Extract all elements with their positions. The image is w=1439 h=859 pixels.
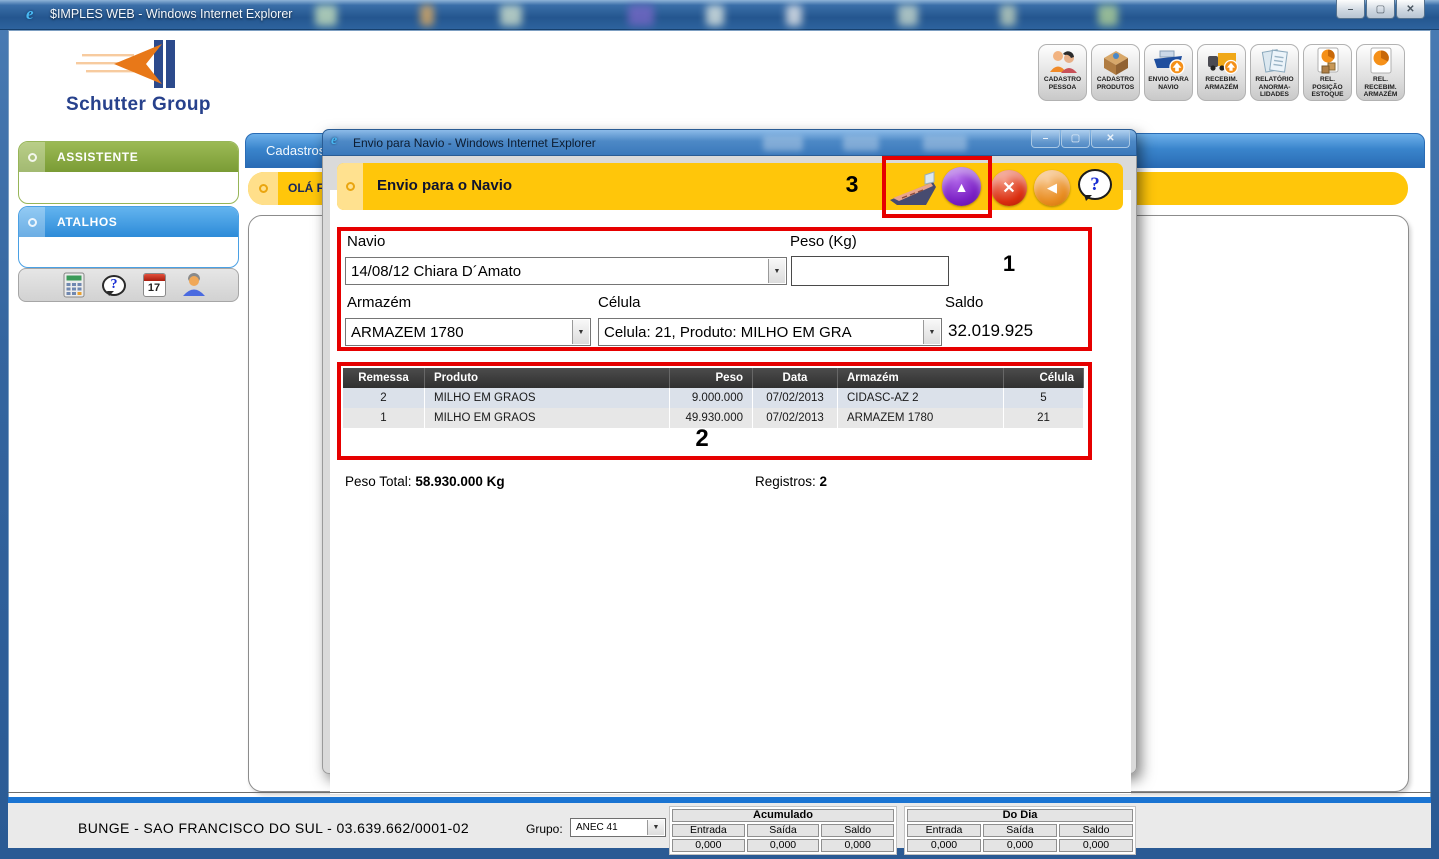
report-notes-icon	[1259, 47, 1291, 75]
blurred-item	[923, 136, 967, 151]
annotation-3: 3	[837, 171, 867, 198]
annotation-box-3	[882, 156, 992, 218]
toolbar-button-rel-recebim-armazem[interactable]: REL. RECEBIM. ARMAZÉM	[1356, 44, 1405, 101]
table-header-row: Remessa Produto Peso Data Armazém Célula	[343, 368, 1084, 388]
chevron-down-icon	[923, 320, 940, 344]
internet-explorer-icon: e	[26, 4, 46, 24]
status-footer: BUNGE - SAO FRANCISCO DO SUL - 03.639.66…	[8, 803, 1431, 848]
peso-total: Peso Total: 58.930.000 Kg	[345, 474, 505, 489]
blurred-item	[763, 136, 803, 151]
people-icon	[1047, 47, 1079, 75]
chevron-down-icon	[768, 259, 785, 283]
celula-label: Célula	[598, 294, 641, 311]
user-icon[interactable]	[181, 272, 207, 298]
header-cap-icon	[337, 163, 363, 210]
blurred-item	[1098, 5, 1118, 26]
calendar-icon[interactable]: 17	[141, 272, 167, 298]
blurred-item	[786, 5, 802, 26]
blurred-item	[628, 5, 654, 26]
toolbar-button-envio-para-navio[interactable]: ENVIO PARA NAVIO	[1144, 44, 1193, 101]
grupo-label: Grupo:	[526, 822, 563, 836]
ship-upload-icon	[1153, 47, 1185, 75]
sidebar-iconbar: 17	[18, 268, 239, 302]
logo-arrow-icon	[62, 38, 222, 94]
blurred-item	[843, 136, 879, 151]
registros-value: 2	[820, 474, 828, 489]
peso-label: Peso (Kg)	[790, 233, 857, 250]
menu-item-cadastros[interactable]: Cadastros	[266, 143, 325, 158]
minimize-button[interactable]	[1336, 0, 1365, 19]
dialog-window-controls	[1031, 130, 1130, 148]
blurred-item	[315, 5, 337, 26]
remessas-table: Remessa Produto Peso Data Armazém Célula…	[343, 368, 1084, 428]
chevron-down-icon	[572, 320, 589, 344]
help-icon[interactable]	[101, 272, 127, 298]
blurred-item	[420, 5, 434, 26]
sidebar-panel-assistente: ASSISTENTE	[18, 141, 239, 204]
toolbar-button-cadastro-pessoa[interactable]: CADASTRO PESSOA	[1038, 44, 1087, 101]
blurred-item	[898, 5, 918, 26]
products-box-icon	[1100, 47, 1132, 75]
table-row[interactable]: 2 MILHO EM GRAOS 9.000.000 07/02/2013 CI…	[343, 388, 1084, 408]
dialog-maximize-button[interactable]	[1061, 130, 1090, 148]
panel-cap-icon	[19, 142, 45, 172]
close-button[interactable]	[1396, 0, 1425, 19]
sidebar-panel-atalhos: ATALHOS	[18, 206, 239, 268]
dialog-titlebar[interactable]: e Envio para Navio - Windows Internet Ex…	[322, 129, 1137, 156]
maximize-button[interactable]	[1366, 0, 1395, 19]
calculator-icon[interactable]	[61, 272, 87, 298]
envio-para-navio-dialog: e Envio para Navio - Windows Internet Ex…	[322, 129, 1137, 774]
dialog-close-button[interactable]	[1091, 130, 1130, 148]
annotation-1: 1	[994, 251, 1024, 277]
chevron-down-icon	[647, 820, 664, 835]
pie-report-boxes-icon	[1312, 47, 1344, 75]
toolbar-button-recebim-armazem[interactable]: RECEBIM. ARMAZÉM	[1197, 44, 1246, 101]
window-title: $IMPLES WEB - Windows Internet Explorer	[50, 7, 292, 21]
assistente-header[interactable]: ASSISTENTE	[19, 142, 238, 172]
atalhos-header[interactable]: ATALHOS	[19, 207, 238, 237]
toolbar-button-rel-posicao-estoque[interactable]: REL. POSIÇÃO ESTOQUE	[1303, 44, 1352, 101]
celula-select[interactable]: Celula: 21, Produto: MILHO EM GRA	[598, 318, 942, 346]
company-status-text: BUNGE - SAO FRANCISCO DO SUL - 03.639.66…	[78, 820, 469, 836]
saldo-value: 32.019.925	[948, 321, 1033, 341]
peso-input[interactable]	[791, 256, 949, 286]
panel-cap-icon	[19, 207, 45, 237]
app-toolbar: CADASTRO PESSOA CADASTRO PRODUTOS ENVIO …	[1038, 44, 1405, 101]
navio-label: Navio	[347, 233, 385, 250]
toolbar-button-cadastro-produtos[interactable]: CADASTRO PRODUTOS	[1091, 44, 1140, 101]
armazem-label: Armazém	[347, 294, 411, 311]
back-button[interactable]	[1034, 170, 1070, 206]
registros: Registros: 2	[755, 474, 827, 489]
greeting-cap-icon	[248, 172, 278, 205]
dialog-header-title: Envio para o Navio	[377, 177, 512, 194]
annotation-2: 2	[682, 425, 722, 453]
blurred-item	[706, 5, 724, 26]
truck-upload-icon	[1206, 47, 1238, 75]
internet-explorer-icon: e	[331, 133, 351, 153]
logo-text: Schutter Group	[66, 94, 211, 116]
main-titlebar[interactable]: e $IMPLES WEB - Windows Internet Explore…	[0, 0, 1439, 30]
blurred-item	[1000, 5, 1016, 26]
toolbar-button-relatorio-anormalidades[interactable]: RELATÓRIO ANORMA- LIDADES	[1250, 44, 1299, 101]
window-controls	[1336, 0, 1425, 19]
pie-report-icon	[1365, 47, 1397, 75]
peso-total-value: 58.930.000 Kg	[415, 474, 504, 489]
acumulado-table: Acumulado Entrada Saída Saldo 0,000 0,00…	[669, 806, 897, 855]
do-dia-table: Do Dia Entrada Saída Saldo 0,000 0,000 0…	[904, 806, 1136, 855]
dialog-minimize-button[interactable]	[1031, 130, 1060, 148]
dialog-title: Envio para Navio - Windows Internet Expl…	[353, 136, 596, 150]
application-window: e $IMPLES WEB - Windows Internet Explore…	[0, 0, 1439, 859]
saldo-label: Saldo	[945, 294, 983, 311]
schutter-group-logo: Schutter Group	[62, 38, 242, 118]
help-button[interactable]	[1078, 169, 1112, 200]
calendar-day: 17	[144, 282, 165, 294]
cancel-button[interactable]	[991, 170, 1027, 206]
armazem-select[interactable]: ARMAZEM 1780	[345, 318, 591, 346]
blurred-item	[500, 5, 522, 26]
navio-select[interactable]: 14/08/12 Chiara D´Amato	[345, 257, 787, 285]
footer-divider	[8, 792, 1431, 793]
grupo-select[interactable]: ANEC 41	[570, 818, 666, 837]
